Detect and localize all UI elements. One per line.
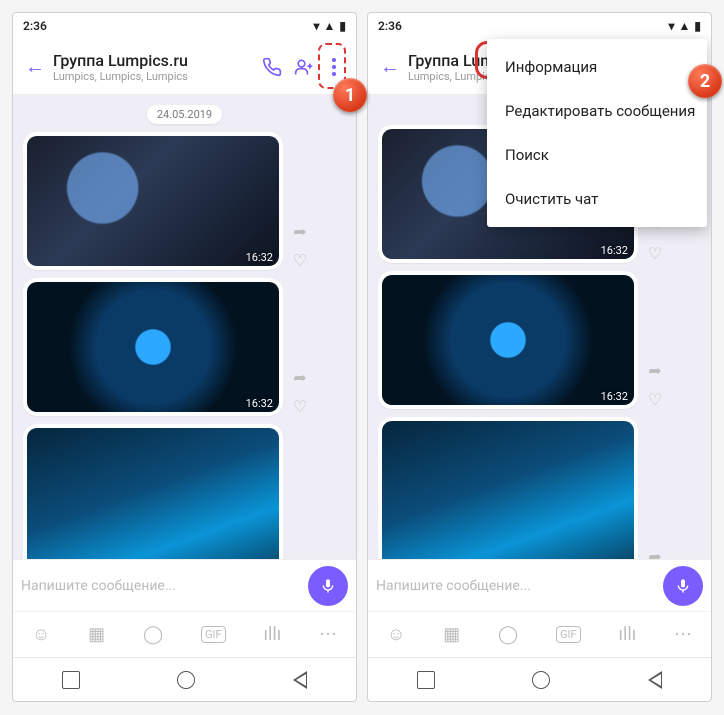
like-icon[interactable]: ♡ <box>644 244 666 263</box>
image-content <box>27 282 279 412</box>
sticker-icon[interactable]: ☺ <box>387 624 405 645</box>
more-tools-icon[interactable]: ⋯ <box>319 624 337 645</box>
message-actions: ➦ ♡ <box>644 361 666 409</box>
menu-item-clear[interactable]: Очистить чат <box>487 177 707 221</box>
message-input[interactable]: Напишите сообщение... <box>376 578 655 594</box>
signal-icon: ▲ <box>679 19 691 33</box>
tool-row: ☺ ▦ ◯ GIF ıllı ⋯ <box>368 611 711 657</box>
image-content <box>382 275 634 405</box>
nav-recent[interactable] <box>62 671 80 689</box>
input-row: Напишите сообщение... <box>13 559 356 611</box>
image-message[interactable]: 16:32 <box>23 278 283 416</box>
date-pill: 24.05.2019 <box>147 105 222 124</box>
chat-subtitle: Lumpics, Lumpics, Lumpics <box>53 70 256 83</box>
status-time: 2:36 <box>23 19 313 33</box>
image-message[interactable]: 16:32 <box>23 132 283 270</box>
nav-home[interactable] <box>532 671 550 689</box>
android-nav <box>13 657 356 701</box>
status-bar: 2:36 ▾ ▲ ▮ <box>13 13 356 39</box>
more-menu: Информация Редактировать сообщения Поиск… <box>487 39 707 227</box>
status-icons: ▾ ▲ ▮ <box>668 19 701 33</box>
message-row: 16:32 ➦ ♡ <box>368 413 711 559</box>
message-time: 16:32 <box>601 244 628 257</box>
message-row: 16:32 ➦ ♡ <box>368 267 711 413</box>
like-icon[interactable]: ♡ <box>644 390 666 409</box>
input-row: Напишите сообщение... <box>368 559 711 611</box>
wifi-icon: ▾ <box>313 19 319 33</box>
camera-icon[interactable]: ◯ <box>143 624 163 645</box>
nav-recent[interactable] <box>417 671 435 689</box>
signal-icon: ▲ <box>324 19 336 33</box>
image-message[interactable]: 16:32 <box>23 424 283 559</box>
message-time: 16:32 <box>246 397 273 410</box>
phone-left: 2:36 ▾ ▲ ▮ ← Группа Lumpics.ru Lumpics, … <box>12 12 357 702</box>
menu-item-search[interactable]: Поиск <box>487 133 707 177</box>
more-icon <box>332 58 336 76</box>
audio-icon[interactable]: ıllı <box>619 624 637 645</box>
menu-item-info[interactable]: Информация <box>487 45 707 89</box>
message-time: 16:32 <box>246 251 273 264</box>
chat-header: ← Группа Lumpics.ru Lumpics, Lumpics, Lu… <box>13 39 356 95</box>
gallery-icon[interactable]: ▦ <box>443 624 460 645</box>
mic-button[interactable] <box>663 566 703 606</box>
share-icon[interactable]: ➦ <box>289 222 311 241</box>
message-time: 16:32 <box>601 390 628 403</box>
camera-icon[interactable]: ◯ <box>498 624 518 645</box>
sticker-icon[interactable]: ☺ <box>32 624 50 645</box>
chat-body[interactable]: 24.05.2019 16:32 ➦ ♡ 16:32 ➦ ♡ <box>13 95 356 559</box>
message-actions: ➦ ♡ <box>289 554 311 559</box>
image-message[interactable]: 16:32 <box>378 271 638 409</box>
android-nav <box>368 657 711 701</box>
battery-icon: ▮ <box>339 19 346 33</box>
image-content <box>27 428 279 559</box>
share-icon[interactable]: ➦ <box>289 368 311 387</box>
title-block[interactable]: Группа Lumpics.ru Lumpics, Lumpics, Lump… <box>49 51 256 83</box>
tool-row: ☺ ▦ ◯ GIF ıllı ⋯ <box>13 611 356 657</box>
call-button[interactable] <box>256 51 288 83</box>
message-actions: ➦ ♡ <box>289 368 311 416</box>
gif-icon[interactable]: GIF <box>201 626 226 643</box>
callout-1: 1 <box>333 78 367 112</box>
chat-title: Группа Lumpics.ru <box>53 51 256 70</box>
battery-icon: ▮ <box>694 19 701 33</box>
back-button[interactable]: ← <box>376 53 404 81</box>
like-icon[interactable]: ♡ <box>289 251 311 270</box>
like-icon[interactable]: ♡ <box>289 397 311 416</box>
audio-icon[interactable]: ıllı <box>264 624 282 645</box>
status-time: 2:36 <box>378 19 668 33</box>
gif-icon[interactable]: GIF <box>556 626 581 643</box>
message-row: 16:32 ➦ ♡ <box>13 128 356 274</box>
wifi-icon: ▾ <box>668 19 674 33</box>
status-bar: 2:36 ▾ ▲ ▮ <box>368 13 711 39</box>
callout-2: 2 <box>688 64 722 98</box>
share-icon[interactable]: ➦ <box>289 554 311 559</box>
image-content <box>382 421 634 559</box>
add-user-button[interactable] <box>288 51 320 83</box>
share-icon[interactable]: ➦ <box>644 547 666 559</box>
back-button[interactable]: ← <box>21 53 49 81</box>
message-row: 16:32 ➦ ♡ <box>13 274 356 420</box>
image-message[interactable]: 16:32 <box>378 417 638 559</box>
mic-button[interactable] <box>308 566 348 606</box>
nav-back[interactable] <box>293 671 307 689</box>
message-row: 16:32 ➦ ♡ <box>13 420 356 559</box>
message-actions: ➦ ♡ <box>289 222 311 270</box>
phone-right: 2:36 ▾ ▲ ▮ ← Группа Lumpics.ru Lumpics, … <box>367 12 712 702</box>
share-icon[interactable]: ➦ <box>644 361 666 380</box>
gallery-icon[interactable]: ▦ <box>88 624 105 645</box>
message-actions: ➦ ♡ <box>644 547 666 559</box>
more-tools-icon[interactable]: ⋯ <box>674 624 692 645</box>
nav-back[interactable] <box>648 671 662 689</box>
nav-home[interactable] <box>177 671 195 689</box>
status-icons: ▾ ▲ ▮ <box>313 19 346 33</box>
menu-item-edit[interactable]: Редактировать сообщения <box>487 89 707 133</box>
message-input[interactable]: Напишите сообщение... <box>21 578 300 594</box>
image-content <box>27 136 279 266</box>
